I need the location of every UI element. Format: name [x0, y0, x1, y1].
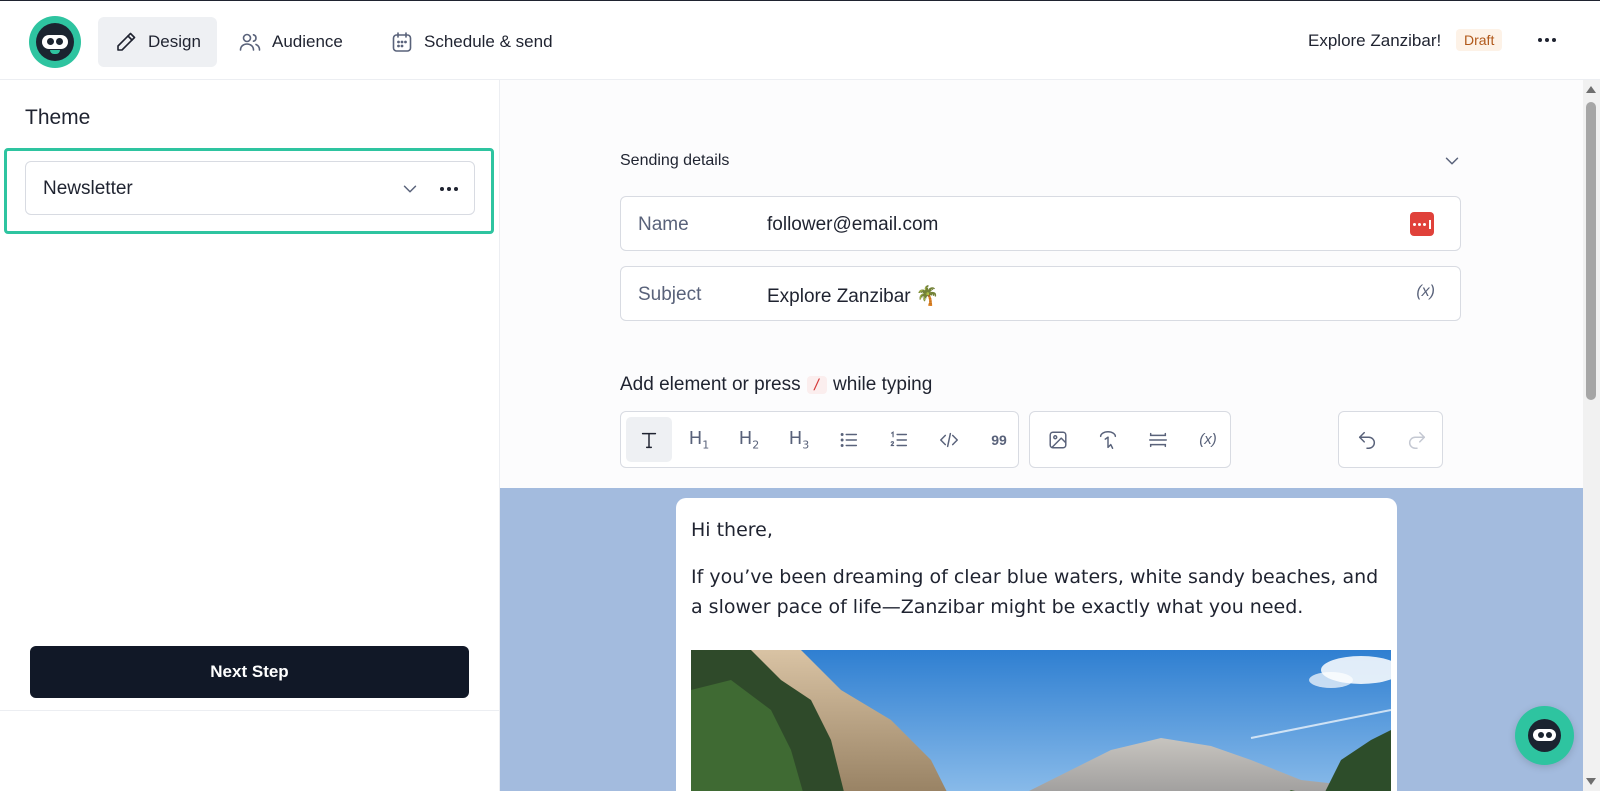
hint-prefix: Add element or press: [620, 374, 801, 395]
tab-audience-label: Audience: [272, 32, 343, 51]
insert-divider-button[interactable]: [1135, 417, 1181, 462]
heading-3-icon: H3: [788, 427, 810, 452]
heading-2-button[interactable]: H2: [726, 417, 772, 462]
pencil-icon: [117, 32, 136, 51]
heading-2-icon: H2: [738, 427, 760, 452]
tab-design-label: Design: [148, 32, 201, 51]
tab-schedule-send[interactable]: Schedule & send: [374, 17, 569, 67]
insert-image-button[interactable]: [1035, 417, 1081, 462]
bullet-list-button[interactable]: [826, 417, 872, 462]
numbered-list-button[interactable]: [876, 417, 922, 462]
variable-icon: (x): [1199, 431, 1217, 448]
scroll-down-arrow[interactable]: [1586, 778, 1596, 785]
chat-eye-left: [1538, 732, 1544, 738]
button-click-icon: [1099, 430, 1117, 449]
sender-name-field[interactable]: Name follower@email.com: [620, 196, 1461, 251]
toolbar-history-group: [1338, 411, 1443, 468]
more-horizontal-icon: [440, 187, 458, 191]
sender-name-label: Name: [638, 214, 689, 235]
scroll-up-arrow[interactable]: [1586, 86, 1596, 93]
toolbar-text-group: H1 H2 H3 99: [620, 411, 1019, 468]
more-horizontal-icon: [1538, 38, 1556, 42]
email-greeting[interactable]: Hi there,: [691, 519, 773, 541]
subject-value[interactable]: Explore Zanzibar 🌴: [767, 284, 940, 308]
insert-variable-button[interactable]: (x): [1185, 417, 1231, 462]
theme-select-value: Newsletter: [43, 178, 133, 199]
logo-face: [36, 23, 74, 61]
chevron-down-icon[interactable]: [399, 178, 421, 200]
editor-panel: Sending details Name follower@email.com …: [500, 80, 1583, 791]
redo-button[interactable]: [1394, 417, 1440, 462]
theme-more-button[interactable]: [436, 176, 462, 202]
landscape-image-art: [691, 650, 1391, 791]
mountain-landscape-image[interactable]: [691, 650, 1391, 791]
heading-1-icon: H1: [688, 427, 710, 452]
quote-icon: 99: [991, 431, 1007, 448]
sending-details-label: Sending details: [620, 152, 730, 169]
code-icon: [940, 432, 958, 447]
top-bar: Design Audience Schedule & send Explore …: [0, 0, 1600, 80]
scrollbar-thumb[interactable]: [1586, 102, 1596, 400]
logo-eye-right: [56, 38, 63, 45]
sender-name-value[interactable]: follower@email.com: [767, 214, 938, 236]
theme-heading: Theme: [25, 106, 91, 129]
logo-eye-left: [47, 38, 54, 45]
left-panel-footer: [0, 710, 499, 791]
sloth-chat-icon[interactable]: [1515, 706, 1574, 765]
numbered-list-icon: [890, 430, 908, 446]
password-manager-icon[interactable]: [1410, 212, 1434, 236]
email-canvas: Hi there, If you’ve been dreaming of cle…: [500, 488, 1583, 791]
logo-mouth: [50, 50, 60, 54]
more-options-button[interactable]: [1534, 27, 1560, 53]
paragraph-button[interactable]: [626, 417, 672, 462]
subject-label: Subject: [638, 284, 702, 305]
status-badge: Draft: [1456, 29, 1503, 51]
slash-key-chip: /: [806, 376, 828, 394]
chevron-down-icon[interactable]: [1441, 150, 1463, 172]
heading-3-button[interactable]: H3: [776, 417, 822, 462]
chat-eye-right: [1546, 732, 1552, 738]
bullet-list-icon: [840, 432, 858, 447]
chat-mask: [1533, 729, 1556, 741]
image-icon: [1049, 430, 1067, 449]
hint-suffix: while typing: [833, 374, 933, 395]
subject-field[interactable]: Subject Explore Zanzibar 🌴 (x): [620, 266, 1461, 321]
heading-1-button[interactable]: H1: [676, 417, 722, 462]
users-icon: [239, 33, 261, 51]
next-step-button[interactable]: Next Step: [30, 646, 469, 698]
email-body-paragraph[interactable]: If you’ve been dreaming of clear blue wa…: [691, 562, 1381, 622]
quote-button[interactable]: 99: [976, 417, 1022, 462]
redo-icon: [1409, 431, 1426, 449]
document-title: Explore Zanzibar!: [1308, 31, 1442, 50]
tab-schedule-send-label: Schedule & send: [424, 32, 553, 51]
chat-face: [1528, 719, 1561, 752]
insert-button-button[interactable]: [1085, 417, 1131, 462]
undo-button[interactable]: [1344, 417, 1390, 462]
toolbar-media-group: (x): [1029, 411, 1231, 468]
add-element-hint: Add element or press / while typing: [620, 374, 932, 396]
variable-icon[interactable]: (x): [1416, 283, 1435, 301]
theme-select[interactable]: Newsletter: [25, 161, 475, 215]
text-icon: [641, 432, 657, 448]
tab-design[interactable]: Design: [98, 17, 217, 67]
code-block-button[interactable]: [926, 417, 972, 462]
email-content-card[interactable]: Hi there, If you’ve been dreaming of cle…: [676, 498, 1397, 791]
tab-audience[interactable]: Audience: [222, 17, 359, 67]
divider-icon: [1149, 432, 1167, 447]
calendar-icon: [392, 32, 412, 52]
undo-icon: [1358, 431, 1375, 449]
logo-mask: [42, 35, 68, 49]
sloth-logo-icon[interactable]: [29, 16, 81, 68]
